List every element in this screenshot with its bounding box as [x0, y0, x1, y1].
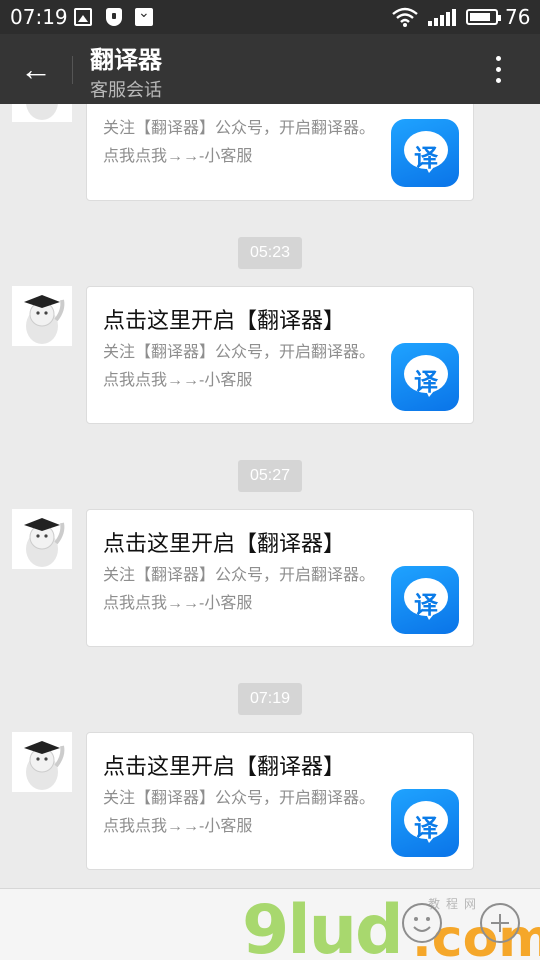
message-desc: 关注【翻译器】公众号，开启翻译器。点我点我→→-小客服 — [103, 567, 376, 612]
battery-icon — [466, 9, 501, 25]
shield-icon — [106, 8, 122, 26]
watermark-logo: 9lud — [242, 891, 404, 960]
timestamp: 05:27 — [238, 460, 302, 492]
message-desc: 关注【翻译器】公众号，开启翻译器。点我点我→→-小客服 — [103, 790, 376, 835]
translator-logo-icon: 译 — [391, 119, 459, 187]
message-title: 点击这里开启【翻译器】 — [103, 308, 346, 333]
avatar[interactable] — [12, 509, 72, 569]
more-vertical-icon[interactable] — [484, 52, 512, 88]
translator-logo-icon: 译 — [391, 566, 459, 634]
message-card[interactable]: 关注【翻译器】公众号，开启翻译器。点我点我→→-小客服 译 — [86, 104, 474, 201]
message-card[interactable]: 点击这里开启【翻译器】 关注【翻译器】公众号，开启翻译器。点我点我→→-小客服 … — [86, 509, 474, 647]
input-bar: 9lud .com 教程网 — [0, 888, 540, 960]
chat-area[interactable]: 关注【翻译器】公众号，开启翻译器。点我点我→→-小客服 译 05:23 点击这里… — [0, 104, 540, 888]
avatar[interactable] — [12, 286, 72, 346]
wifi-icon — [392, 7, 418, 27]
timestamp: 05:23 — [238, 237, 302, 269]
message-desc: 关注【翻译器】公众号，开启翻译器。点我点我→→-小客服 — [103, 344, 376, 389]
chat-header: ← 翻译器 客服会话 — [0, 34, 540, 104]
message-card[interactable]: 点击这里开启【翻译器】 关注【翻译器】公众号，开启翻译器。点我点我→→-小客服 … — [86, 286, 474, 424]
status-time: 07:19 — [10, 5, 68, 29]
emoji-icon[interactable] — [402, 903, 442, 943]
mail-icon — [135, 4, 153, 26]
battery-percent: 76 — [505, 5, 531, 29]
avatar[interactable] — [12, 732, 72, 792]
message-card[interactable]: 点击这里开启【翻译器】 关注【翻译器】公众号，开启翻译器。点我点我→→-小客服 … — [86, 732, 474, 870]
message-title: 点击这里开启【翻译器】 — [103, 531, 346, 556]
chat-subtitle: 客服会话 — [90, 80, 162, 100]
message-desc: 关注【翻译器】公众号，开启翻译器。点我点我→→-小客服 — [103, 120, 376, 165]
image-icon — [74, 8, 92, 26]
status-bar: 07:19 76 — [0, 0, 540, 34]
translator-logo-icon: 译 — [391, 343, 459, 411]
timestamp: 07:19 — [238, 683, 302, 715]
arrow-left-icon[interactable]: ← — [14, 50, 58, 90]
message-title: 点击这里开启【翻译器】 — [103, 754, 346, 779]
chat-title: 翻译器 — [90, 47, 162, 74]
translator-logo-icon: 译 — [391, 789, 459, 857]
avatar[interactable] — [12, 104, 72, 122]
plus-icon[interactable] — [480, 903, 520, 943]
signal-icon — [428, 9, 456, 26]
header-divider — [72, 56, 73, 84]
